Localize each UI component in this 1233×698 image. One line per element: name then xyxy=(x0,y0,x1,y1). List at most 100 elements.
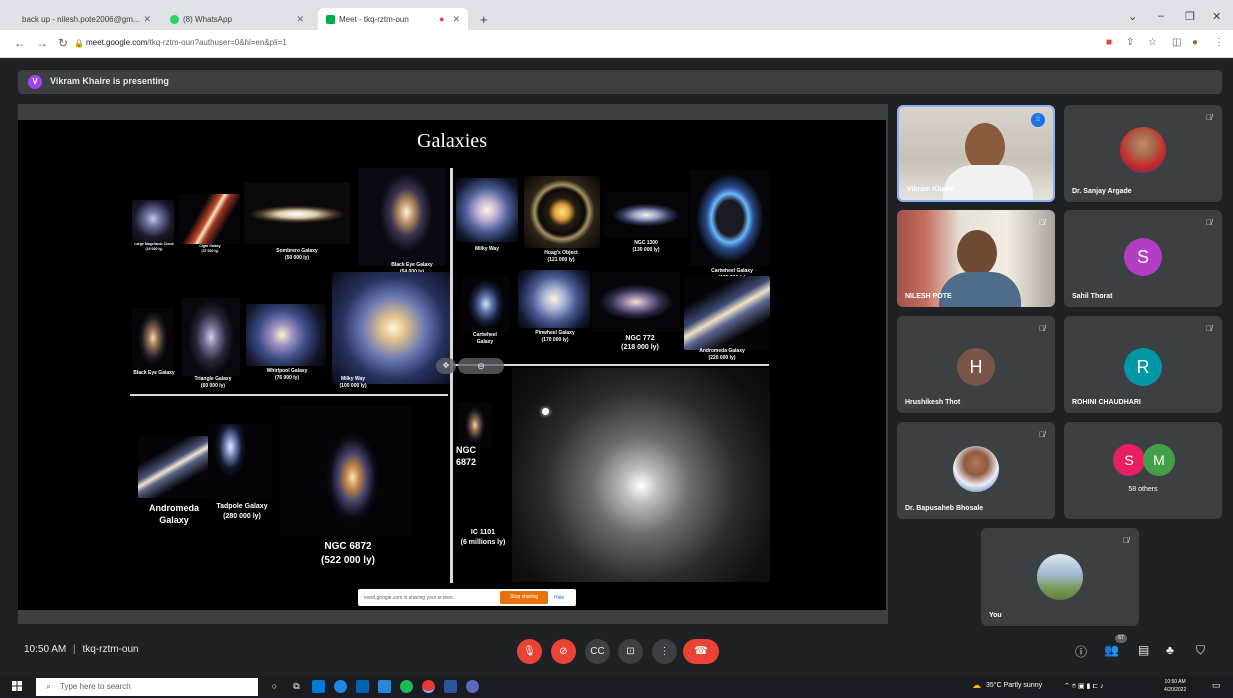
word-icon[interactable] xyxy=(444,680,457,693)
person-shirt xyxy=(943,165,1033,200)
window-close-icon[interactable]: ✕ xyxy=(1212,10,1221,23)
hide-button[interactable]: Hide xyxy=(554,595,564,601)
galaxy-label: IC 1101 (6 millions ly) xyxy=(460,529,506,546)
tab-gmail[interactable]: back up - nilesh.pote2006@gm... ✕ xyxy=(10,8,150,30)
zoom-out-icon[interactable]: ⊖ xyxy=(458,358,504,374)
close-icon[interactable]: ✕ xyxy=(144,14,150,25)
leave-call-button[interactable]: ☎ xyxy=(683,639,719,664)
close-icon[interactable]: ✕ xyxy=(296,14,304,25)
galaxy-label: Triangle Galaxy (60 000 ly) xyxy=(194,376,232,389)
url-host: meet.google.com xyxy=(86,38,148,47)
profile-icon[interactable]: ● xyxy=(1192,37,1198,48)
lock-icon: 🔒 xyxy=(74,39,84,48)
avatar xyxy=(1120,127,1166,173)
galaxy-label: Andromeda Galaxy xyxy=(148,503,199,525)
cortana-icon[interactable]: ○ xyxy=(268,680,281,693)
spotify-icon[interactable] xyxy=(400,680,413,693)
meeting-details-icon[interactable]: ⓘ xyxy=(1075,643,1087,660)
tab-meet[interactable]: Meet - tkq-rztm-oun ● ✕ xyxy=(318,8,468,30)
close-icon[interactable]: ✕ xyxy=(452,14,460,25)
person-shirt xyxy=(939,272,1021,307)
galaxy-label: NGC 772 (218 000 ly) xyxy=(621,335,659,351)
clock-time: 10:50 AM xyxy=(1164,679,1186,685)
participant-name: ROHINI CHAUDHARI xyxy=(1072,399,1141,406)
browser-tab-strip: back up - nilesh.pote2006@gm... ✕ (8) Wh… xyxy=(0,0,1233,30)
participant-tile-sahil[interactable]: 🎙̸ S Sahil Thorat xyxy=(1064,210,1222,307)
galaxy-label: NGC 6872 (522 000 ly) xyxy=(321,541,375,566)
andromeda-small-image xyxy=(138,436,208,498)
participant-tile-rohini[interactable]: 🎙̸ R ROHINI CHAUDHARI xyxy=(1064,316,1222,413)
camera-in-use-icon[interactable]: ■ xyxy=(1106,37,1112,48)
participant-tile-bapusaheb[interactable]: 🎙̸ Dr. Bapusaheb Bhosale xyxy=(897,422,1055,519)
activities-icon[interactable]: ♣ xyxy=(1166,643,1174,657)
mic-off-icon: 🎙̸ xyxy=(1206,218,1212,227)
mic-off-icon: 🎙̸ xyxy=(1206,113,1212,122)
cartwheel-galaxy-image xyxy=(690,170,770,266)
back-icon[interactable]: ← xyxy=(14,36,26,50)
people-count-badge: 67 xyxy=(1115,634,1127,643)
slide-divider xyxy=(130,394,448,396)
participant-tile-others[interactable]: S M 58 others xyxy=(1064,422,1222,519)
galaxy-label: NGC 1300 (130 000 ly) xyxy=(632,240,660,253)
restore-icon[interactable]: ❐ xyxy=(1185,10,1195,23)
pan-icon[interactable]: ✥ xyxy=(436,358,456,374)
minimize-icon[interactable]: – xyxy=(1158,10,1164,22)
chat-icon[interactable]: ▤ xyxy=(1138,643,1149,657)
slide-divider xyxy=(450,168,453,583)
galaxy-label: Pinwheel Galaxy (170 000 ly) xyxy=(535,330,575,343)
address-toolbar: ← → ↻ 🔒 meet.google.com/tkq-rztm-oun?aut… xyxy=(0,30,1233,58)
shared-slide: Galaxies Large Magellanic Cloud (16 000 … xyxy=(18,120,886,610)
chrome-icon[interactable] xyxy=(422,680,435,693)
share-banner-text: meet.google.com is sharing your screen. xyxy=(364,595,455,601)
host-controls-icon[interactable]: ⛉ xyxy=(1196,643,1205,658)
clock[interactable]: 10:50 AM 4/20/2022 xyxy=(1164,678,1186,694)
browser-menu-icon[interactable]: ⋮ xyxy=(1214,37,1224,48)
reload-icon[interactable]: ↻ xyxy=(58,36,68,50)
avatar: R xyxy=(1124,348,1162,386)
star-image xyxy=(542,408,549,415)
participant-name: Dr. Sanjay Argade xyxy=(1072,188,1132,195)
galaxy-label: Andromeda Galaxy (220 000 ly) xyxy=(699,348,745,361)
side-panel-icon[interactable]: ◫ xyxy=(1172,37,1181,48)
weather-text[interactable]: 35°C Partly sunny xyxy=(986,682,1042,689)
ngc-6872-image xyxy=(280,406,412,536)
participant-tile-you[interactable]: 🎙̸ You xyxy=(981,528,1139,626)
cartwheel-small-image xyxy=(462,276,510,332)
mic-off-icon: 🎙̸ xyxy=(1039,324,1045,333)
share-icon[interactable]: ⇪ xyxy=(1126,37,1134,48)
windows-start-icon[interactable] xyxy=(12,681,22,691)
mic-off-button[interactable]: 🎙 xyxy=(517,639,542,664)
notifications-icon[interactable]: ▭ xyxy=(1212,680,1221,691)
participant-tile-hrushikesh[interactable]: 🎙̸ H Hrushikesh Thot xyxy=(897,316,1055,413)
tab-label: (8) WhatsApp xyxy=(183,14,232,24)
edge-icon[interactable] xyxy=(334,680,347,693)
captions-button[interactable]: CC xyxy=(585,639,610,664)
task-view-icon[interactable]: ⧉ xyxy=(290,680,303,693)
bookmark-star-icon[interactable]: ☆ xyxy=(1148,37,1157,48)
more-options-button[interactable]: ⋮ xyxy=(652,639,677,664)
slide-title: Galaxies xyxy=(417,130,487,152)
people-icon[interactable]: 👥 xyxy=(1104,643,1119,657)
taskbar-search-input[interactable]: Type here to search xyxy=(36,678,258,696)
whatsapp-icon xyxy=(170,14,179,24)
new-tab-button[interactable]: + xyxy=(472,8,496,30)
mail-icon[interactable] xyxy=(378,680,391,693)
tab-search-icon[interactable]: ⌄ xyxy=(1128,10,1137,23)
participant-tile-sanjay[interactable]: 🎙̸ Dr. Sanjay Argade xyxy=(1064,105,1222,202)
store-icon[interactable] xyxy=(356,680,369,693)
participant-name: Sahil Thorat xyxy=(1072,293,1113,300)
tab-whatsapp[interactable]: (8) WhatsApp ✕ xyxy=(162,8,312,30)
galaxy-label: NGC 6872 xyxy=(456,445,477,467)
present-button[interactable]: ⊡ xyxy=(618,639,643,664)
tray-icons[interactable]: ⌃ ⌾ ▣ ▮ ⊏ ♪ xyxy=(1064,682,1104,691)
forward-icon[interactable]: → xyxy=(36,36,48,50)
camera-off-button[interactable]: ⊘ xyxy=(551,639,576,664)
file-explorer-icon[interactable] xyxy=(312,680,325,693)
address-bar[interactable]: meet.google.com/tkq-rztm-oun?authuser=0&… xyxy=(86,38,287,47)
app-icon[interactable] xyxy=(466,680,479,693)
participant-tile-nilesh[interactable]: 🎙̸ NILESH POTE xyxy=(897,210,1055,307)
stop-sharing-button[interactable]: Stop sharing xyxy=(500,591,548,604)
separator: | xyxy=(73,644,76,655)
participant-name: 58 others xyxy=(1128,486,1158,493)
participant-tile-vikram[interactable]: ⁞⁞ Vikram Khaire xyxy=(897,105,1055,202)
